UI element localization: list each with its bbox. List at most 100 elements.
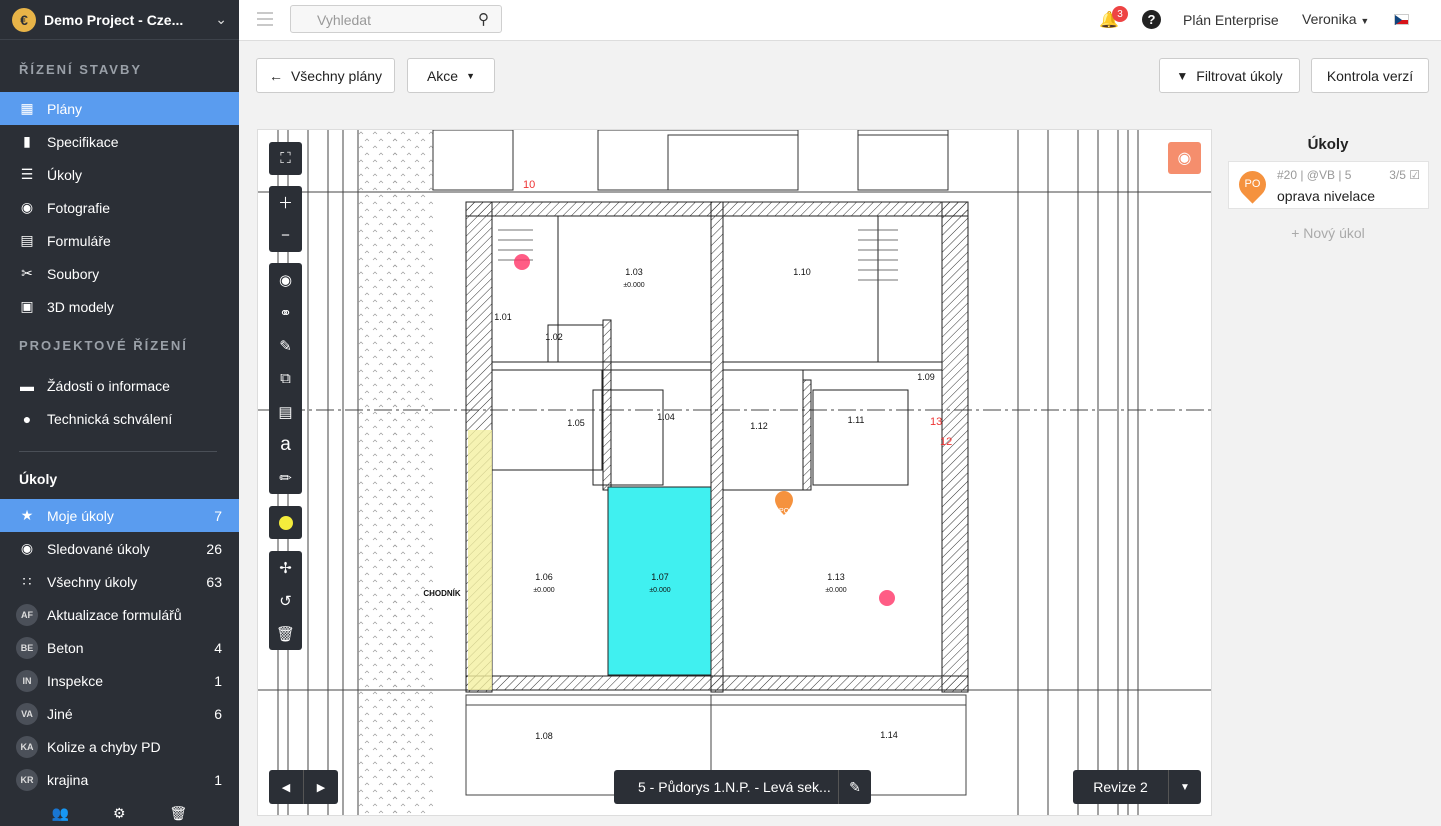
ruler-icon[interactable]: ✏ (269, 461, 302, 494)
flag-cz-icon[interactable] (1394, 14, 1409, 25)
fullscreen-icon[interactable]: ⛶ (269, 142, 302, 175)
project-name: Demo Project - Cze... (44, 11, 184, 28)
task-meta: #20 | @VB | 5 (1277, 168, 1352, 182)
nav1-6[interactable]: ▣ 3D modely (0, 290, 239, 323)
nav1-2[interactable]: ☰ Úkoly (0, 158, 239, 191)
all-plans-button[interactable]: ← Všechny plány (256, 58, 395, 93)
nav1-4[interactable]: ▤ Formuláře (0, 224, 239, 257)
task-item-7[interactable]: KA Kolize a chyby PD (0, 730, 239, 763)
sidewalk-label: CHODNÍK (423, 589, 461, 598)
new-task-button[interactable]: + Nový úkol (1227, 225, 1429, 241)
nav2-1[interactable]: ● Technická schválení (0, 402, 239, 435)
move-icon[interactable]: ✢ (269, 551, 302, 584)
prev-sheet-icon[interactable]: ◀ (269, 770, 303, 804)
task-item-1[interactable]: ◉ Sledované úkoly 26 (0, 532, 239, 565)
nav-label: Inspekce (47, 672, 104, 689)
photo-marker[interactable] (879, 590, 895, 606)
nav-count: 26 (206, 540, 222, 557)
trash-icon[interactable]: 🗑 (169, 805, 187, 822)
elevation-label: ±0.000 (649, 587, 670, 594)
caret-down-icon: ▼ (1360, 16, 1370, 26)
task-pin[interactable]: PO (775, 491, 793, 515)
edit-icon[interactable]: ✎ (838, 770, 871, 804)
menu-icon[interactable] (257, 12, 273, 26)
nav-count: 1 (214, 672, 222, 689)
room-1.13: 1.13 (827, 572, 845, 582)
plan-viewer[interactable]: 1.03 1.10 1.01 1.02 1.09 1.05 1.04 1.12 … (257, 129, 1212, 816)
revision-selector[interactable]: Revize 2 ▼ (1073, 770, 1201, 804)
undo-icon[interactable]: ↺ (269, 584, 302, 617)
search-icon[interactable]: ⚲ (478, 10, 489, 28)
sheet-name: 5 - Půdorys 1.N.P. - Levá sek... (638, 779, 831, 795)
visibility-toggle[interactable]: ◉ (1168, 142, 1201, 174)
room-1.10: 1.10 (793, 267, 811, 277)
users-icon[interactable]: 👥 (52, 805, 69, 822)
zoom-in-icon[interactable]: ＋ (269, 186, 302, 219)
caret-down-icon[interactable]: ▼ (1168, 770, 1201, 804)
nav-label: Fotografie (47, 199, 111, 216)
location-pin-icon[interactable]: ◉ (269, 263, 302, 296)
nav1-3[interactable]: ◉ Fotografie (0, 191, 239, 224)
search-input[interactable]: Vyhledat ⚲ (290, 5, 502, 33)
nav1-1[interactable]: ▮ Specifikace (0, 125, 239, 158)
gear-icon[interactable]: ⚙ (113, 805, 126, 822)
category-avatar: KA (16, 735, 38, 758)
eye-icon: ◉ (20, 540, 34, 556)
task-item-6[interactable]: VA Jiné 6 (0, 697, 239, 730)
floor-plan-drawing[interactable]: 1.03 1.10 1.01 1.02 1.09 1.05 1.04 1.12 … (258, 130, 1212, 816)
nav-label: Sledované úkoly (47, 540, 150, 557)
pencil-icon[interactable]: ✎ (269, 329, 302, 362)
tasks-panel-title: Úkoly (1307, 136, 1349, 153)
subscription-plan[interactable]: Plán Enterprise (1183, 12, 1279, 28)
text-icon[interactable]: a (269, 428, 302, 461)
task-name: oprava nivelace (1277, 188, 1376, 204)
section-title-project: PROJEKTOVÉ ŘÍZENÍ (19, 337, 188, 353)
room-1.07: 1.07 (651, 572, 669, 582)
category-avatar: KR (16, 768, 38, 791)
zoom-out-icon[interactable]: − (269, 219, 302, 252)
checkbox-icon: ☑ (1409, 168, 1420, 182)
next-sheet-icon[interactable]: ▶ (303, 770, 338, 804)
task-item-4[interactable]: BE Beton 4 (0, 631, 239, 664)
actions-dropdown[interactable]: Akce ▼ (407, 58, 495, 93)
task-item-2[interactable]: ∷ Všechny úkoly 63 (0, 565, 239, 598)
project-switcher[interactable]: € Demo Project - Cze... ⌄ (0, 0, 239, 40)
section-title-construction: ŘÍZENÍ STAVBY (19, 61, 143, 77)
task-item-3[interactable]: AF Aktualizace formulářů (0, 598, 239, 631)
version-check-button[interactable]: Kontrola verzí (1311, 58, 1429, 93)
nav-label: Beton (47, 639, 84, 656)
nav1-5[interactable]: ✂ Soubory (0, 257, 239, 290)
room-1.01: 1.01 (494, 312, 512, 322)
task-item-0[interactable]: ★ Moje úkoly 7 (0, 499, 239, 532)
project-logo: € (12, 7, 36, 32)
category-avatar: VA (16, 702, 38, 725)
briefcase-icon[interactable]: ▤ (269, 395, 302, 428)
task-card[interactable]: PO #20 | @VB | 5 3/5 ☑ oprava nivelace (1228, 161, 1429, 209)
task-item-8[interactable]: KR krajina 1 (0, 763, 239, 796)
filter-label: Filtrovat úkoly (1196, 67, 1283, 84)
nav1-0[interactable]: ▦ Plány (0, 92, 239, 125)
nav2-0[interactable]: ▬ Žádosti o informace (0, 369, 239, 402)
trash-icon[interactable]: 🗑 (269, 617, 302, 650)
color-picker[interactable] (269, 506, 302, 539)
nav-count: 1 (214, 771, 222, 788)
elevation-label: ±0.000 (533, 587, 554, 594)
sheet-selector[interactable]: 5 - Půdorys 1.N.P. - Levá sek... ✎ (614, 770, 871, 804)
link-icon[interactable]: ⚭ (269, 296, 302, 329)
photo-marker[interactable] (514, 254, 530, 270)
help-icon[interactable]: ? (1142, 10, 1161, 29)
nav-label: Moje úkoly (47, 507, 114, 524)
room-1.14: 1.14 (880, 730, 898, 740)
room-1.11: 1.11 (848, 415, 865, 425)
version-label: Kontrola verzí (1326, 67, 1414, 84)
camera-icon: ◉ (20, 199, 34, 215)
copy-icon[interactable]: ⧉ (269, 362, 302, 395)
paperclip-icon: ✂ (21, 265, 33, 281)
nav-label: Aktualizace formulářů (47, 606, 182, 623)
elevation-label: ±0.000 (825, 587, 846, 594)
task-item-5[interactable]: IN Inspekce 1 (0, 664, 239, 697)
star-icon: ★ (20, 507, 34, 523)
filter-tasks-button[interactable]: ▼ Filtrovat úkoly (1159, 58, 1300, 93)
marker-label: 12 (940, 436, 952, 448)
user-menu[interactable]: Veronika ▼ (1302, 11, 1369, 27)
